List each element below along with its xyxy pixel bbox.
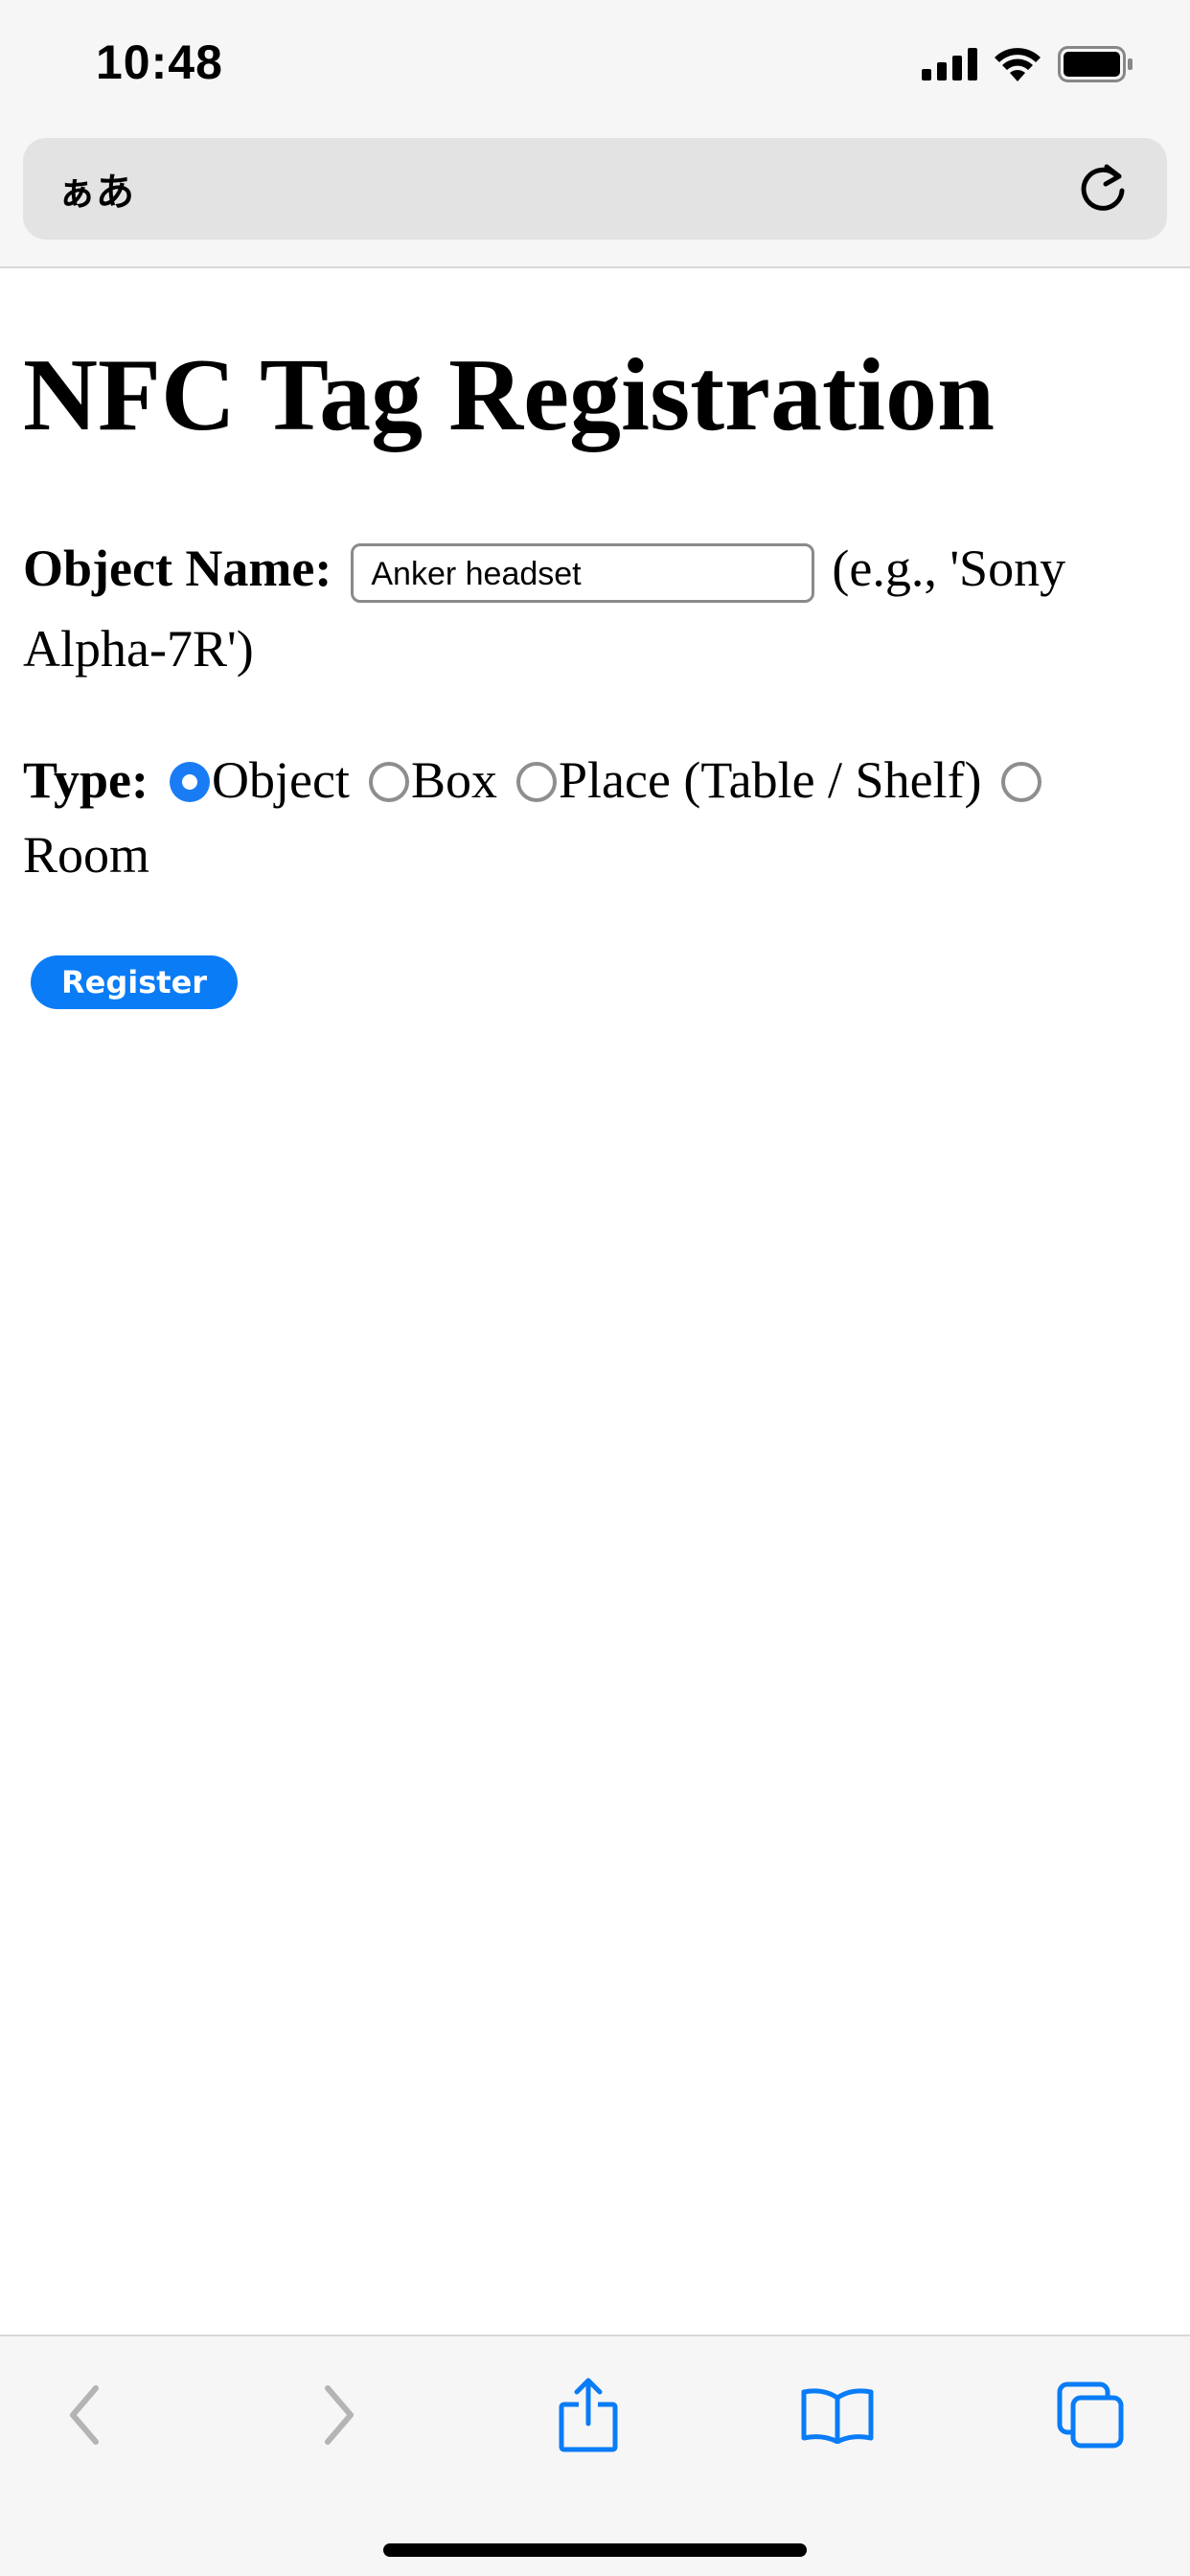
- browser-toolbar: [0, 2334, 1190, 2576]
- type-label: Type:: [23, 750, 149, 809]
- radio-room-label[interactable]: Room: [23, 826, 149, 884]
- radio-box-label[interactable]: Box: [411, 751, 497, 809]
- object-name-row: Object Name: Anker headset (e.g., 'Sony Al…: [23, 528, 1167, 689]
- forward-icon: [325, 2385, 354, 2445]
- wifi-icon: [995, 48, 1041, 81]
- status-time: 10:48: [96, 35, 223, 89]
- address-bar[interactable]: ぁあ: [23, 138, 1167, 240]
- radio-object-label[interactable]: Object: [212, 751, 350, 809]
- status-bar: 10:48: [0, 0, 1190, 134]
- radio-object[interactable]: [170, 762, 210, 803]
- radio-room[interactable]: [1000, 762, 1041, 803]
- browser-top-chrome: ぁあ: [0, 134, 1190, 268]
- share-icon: [559, 2378, 618, 2452]
- status-icons: [922, 46, 1134, 82]
- cellular-signal-icon: [922, 48, 977, 80]
- reload-icon[interactable]: [1075, 161, 1131, 217]
- page-content: NFC Tag Registration Object Name: Anker h…: [23, 268, 1167, 1009]
- object-name-label: Object Name:: [23, 539, 332, 597]
- register-button[interactable]: Register: [31, 954, 239, 1009]
- object-name-input[interactable]: Anker headset: [351, 543, 815, 604]
- bookmarks-icon: [801, 2388, 874, 2444]
- home-indicator[interactable]: [383, 2543, 807, 2557]
- type-row: Type: Object Box Place (Table / Shelf) Room: [23, 743, 1167, 892]
- radio-place-label[interactable]: Place (Table / Shelf): [559, 751, 982, 809]
- page-title: NFC Tag Registration: [23, 338, 995, 452]
- radio-place[interactable]: [515, 762, 557, 803]
- back-icon: [70, 2385, 99, 2445]
- battery-icon: [1058, 46, 1133, 82]
- radio-box[interactable]: [368, 762, 409, 803]
- bookmarks-button[interactable]: [799, 2377, 876, 2453]
- tabs-button[interactable]: [1052, 2377, 1129, 2453]
- back-button[interactable]: [46, 2377, 123, 2453]
- forward-button[interactable]: [301, 2377, 378, 2453]
- share-button[interactable]: [550, 2377, 627, 2453]
- reader-settings-button[interactable]: ぁあ: [57, 161, 134, 217]
- tabs-icon: [1057, 2381, 1124, 2449]
